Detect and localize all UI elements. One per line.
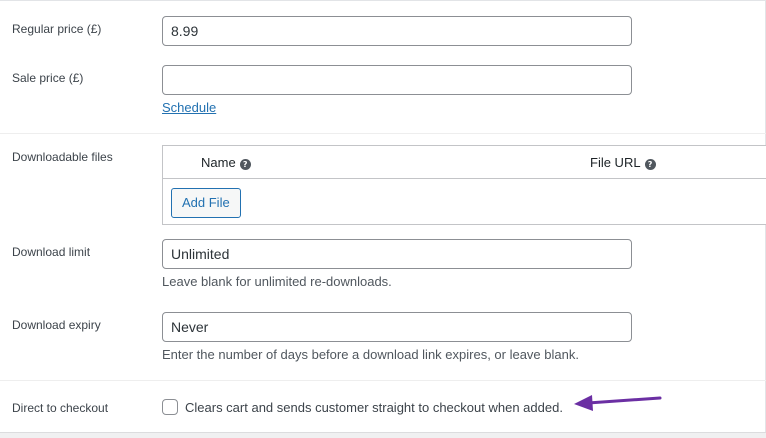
add-file-button[interactable]: Add File [171, 188, 241, 218]
annotation-arrow-icon [574, 395, 662, 411]
direct-to-checkout-label: Direct to checkout [12, 401, 109, 415]
schedule-link[interactable]: Schedule [162, 100, 216, 116]
direct-to-checkout-checkbox[interactable] [162, 399, 178, 415]
help-icon[interactable]: ? [239, 159, 251, 170]
downloadable-files-table: Name? File URL? Add File [162, 145, 766, 225]
column-header-name: Name? [201, 155, 251, 171]
download-limit-help: Leave blank for unlimited re-downloads. [162, 274, 392, 289]
section-divider [0, 133, 766, 134]
product-data-panel: Regular price (£) Sale price (£) Schedul… [0, 0, 766, 433]
direct-to-checkout-description: Clears cart and sends customer straight … [185, 400, 563, 415]
sale-price-input[interactable] [162, 65, 632, 95]
panel-top-border [0, 0, 766, 1]
column-header-file-url: File URL? [590, 155, 656, 171]
regular-price-input[interactable] [162, 16, 632, 46]
download-limit-label: Download limit [12, 245, 91, 259]
download-expiry-help: Enter the number of days before a downlo… [162, 347, 579, 362]
help-icon[interactable]: ? [644, 159, 656, 170]
column-header-file-url-label: File URL [590, 155, 641, 170]
sale-price-label: Sale price (£) [12, 71, 84, 85]
regular-price-label: Regular price (£) [12, 22, 102, 36]
download-expiry-input[interactable] [162, 312, 632, 342]
download-limit-input[interactable] [162, 239, 632, 269]
column-header-name-label: Name [201, 155, 236, 170]
section-divider [0, 380, 766, 381]
download-expiry-label: Download expiry [12, 318, 101, 332]
downloadable-files-label: Downloadable files [12, 150, 113, 164]
files-table-header: Name? File URL? [163, 146, 766, 179]
